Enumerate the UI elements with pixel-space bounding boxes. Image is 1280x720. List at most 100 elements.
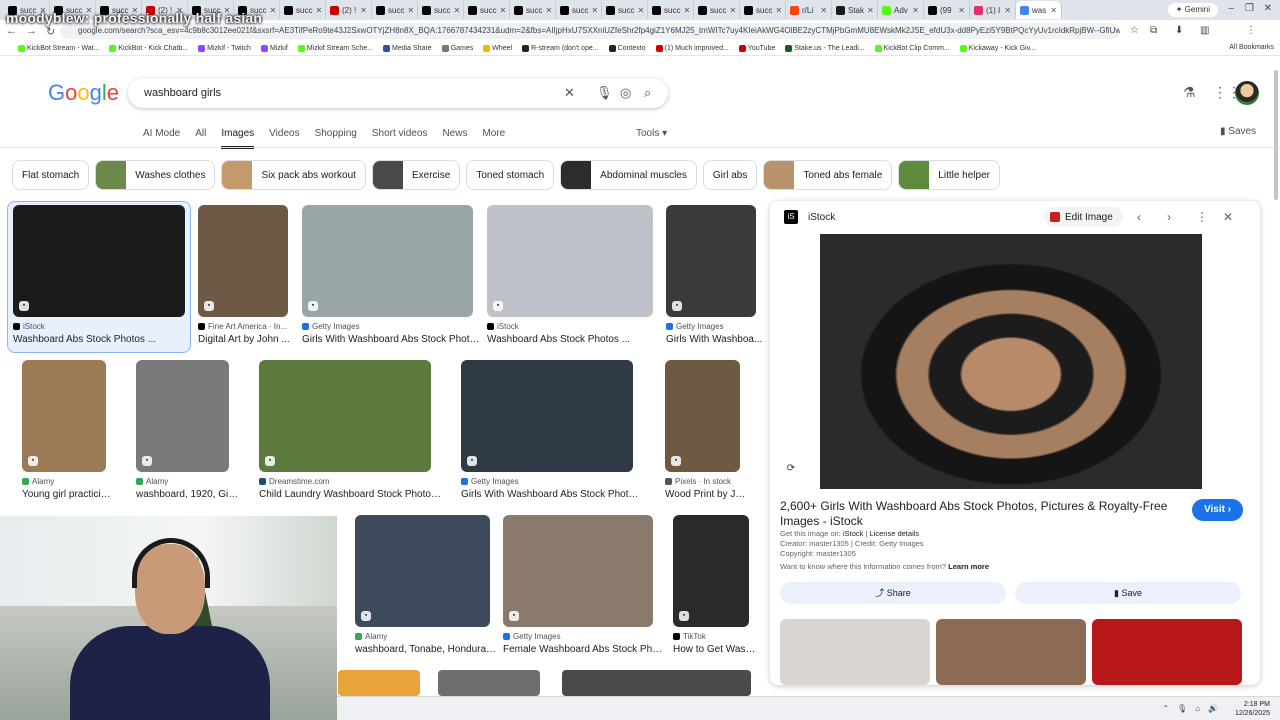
result-image[interactable]	[562, 670, 751, 696]
tab-shopping[interactable]: Shopping	[315, 128, 357, 149]
maximize-icon[interactable]: ❐	[1245, 3, 1254, 14]
visit-button[interactable]: Visit ›	[1192, 499, 1244, 521]
result-title[interactable]: Washboard Abs Stock Photos ...	[487, 334, 663, 345]
close-panel-icon[interactable]: ✕	[1223, 210, 1233, 224]
forward-icon[interactable]: →	[26, 25, 38, 37]
tab-close-icon[interactable]: ✕	[867, 6, 874, 15]
tab-all[interactable]: All	[195, 128, 206, 149]
result-source[interactable]: Dreamstime.com	[259, 477, 441, 486]
result-image[interactable]: ▪	[673, 515, 749, 627]
extensions-icon[interactable]: ⧉	[1150, 25, 1157, 36]
chevron-up-icon[interactable]: ⌃	[1162, 704, 1169, 713]
result-source[interactable]: Pixels · In stock	[665, 477, 750, 486]
result-title[interactable]: How to Get Wash B...	[673, 644, 759, 655]
result-source[interactable]: iStock	[487, 322, 663, 331]
share-button[interactable]: ⤴ Share	[780, 582, 1006, 604]
browser-tab[interactable]: succ ✕	[694, 1, 740, 19]
preview-title[interactable]: 2,600+ Girls With Washboard Abs Stock Ph…	[780, 499, 1180, 529]
search-icon[interactable]: ⌕	[644, 85, 651, 101]
result-card[interactable]: ▪ Alamy Young girl practicing w...	[22, 360, 116, 500]
browser-tab[interactable]: succ ✕	[556, 1, 602, 19]
page-scrollbar[interactable]	[1274, 70, 1278, 200]
related-image[interactable]	[1092, 619, 1242, 685]
browser-tab[interactable]: (2) ! ✕	[326, 1, 372, 19]
result-image[interactable]: ▪	[302, 205, 473, 317]
browser-tab[interactable]: succ ✕	[418, 1, 464, 19]
result-title[interactable]: Female Washboard Abs Stock Pho...	[503, 644, 663, 655]
back-icon[interactable]: ←	[6, 25, 18, 37]
result-card[interactable]: ▪ iStock Washboard Abs Stock Photos ...	[13, 205, 195, 345]
result-image[interactable]: ▪	[503, 515, 653, 627]
browser-tab[interactable]: succ ✕	[510, 1, 556, 19]
lens-icon[interactable]: ◎	[620, 85, 631, 101]
tab-close-icon[interactable]: ✕	[683, 6, 690, 15]
volume-icon[interactable]: 🔊	[1208, 704, 1218, 713]
browser-tab[interactable]: (99 ✕	[924, 1, 970, 19]
result-source[interactable]: Getty Images	[302, 322, 483, 331]
previous-icon[interactable]: ‹	[1137, 210, 1141, 224]
next-icon[interactable]: ›	[1167, 210, 1171, 224]
menu-icon[interactable]: ⋮	[1246, 25, 1256, 36]
result-title[interactable]: Wood Print by John H...	[665, 489, 750, 500]
get-image-source[interactable]: iStock	[843, 529, 863, 538]
result-card[interactable]: ▪ Getty Images Girls With Washboa...	[666, 205, 766, 345]
bookmark-item[interactable]: Kickaway - Kick Giv...	[959, 45, 1036, 52]
result-image[interactable]: ▪	[487, 205, 653, 317]
result-title[interactable]: washboard, Tonabe, Honduras ...	[355, 644, 500, 655]
result-title[interactable]: Digital Art by John ...	[198, 334, 298, 345]
result-image[interactable]: ▪	[259, 360, 431, 472]
refinement-chip[interactable]: Little helper	[898, 160, 1000, 190]
result-source[interactable]: Alamy	[22, 477, 116, 486]
browser-tab[interactable]: succ ✕	[464, 1, 510, 19]
browser-tab[interactable]: Stak ✕	[832, 1, 878, 19]
bookmark-item[interactable]: R-stream (don't ope...	[522, 45, 599, 52]
result-source[interactable]: Fine Art America · In...	[198, 322, 298, 331]
result-title[interactable]: Young girl practicing w...	[22, 489, 116, 500]
browser-tab[interactable]: r/Li ✕	[786, 1, 832, 19]
tab-ai-mode[interactable]: AI Mode	[143, 128, 180, 149]
edit-image-button[interactable]: Edit Image	[1044, 207, 1123, 227]
result-source[interactable]: iStock	[13, 322, 195, 331]
bookmark-item[interactable]: KickBot Stream - Wat...	[18, 45, 99, 52]
result-source[interactable]: Getty Images	[666, 322, 766, 331]
result-source[interactable]: Alamy	[355, 632, 500, 641]
search-box[interactable]: washboard girls ✕ 🎙 ◎ ⌕	[128, 78, 668, 108]
result-source[interactable]: Getty Images	[503, 632, 663, 641]
gemini-button[interactable]: ✦ Gemini	[1167, 3, 1218, 17]
result-title[interactable]: Girls With Washboard Abs Stock Photos ..…	[302, 334, 483, 345]
labs-icon[interactable]: ⚗	[1183, 84, 1196, 101]
tab-close-icon[interactable]: ✕	[407, 6, 414, 15]
tab-more[interactable]: More	[482, 128, 505, 149]
tab-close-icon[interactable]: ✕	[545, 6, 552, 15]
refinement-chip[interactable]: Flat stomach	[12, 160, 90, 190]
browser-tab[interactable]: succ ✕	[372, 1, 418, 19]
tab-close-icon[interactable]: ✕	[1050, 6, 1057, 15]
tab-images[interactable]: Images	[221, 128, 255, 149]
search-input[interactable]: washboard girls	[144, 87, 221, 99]
related-image[interactable]	[936, 619, 1086, 685]
refinement-chip[interactable]: Exercise	[371, 160, 461, 190]
all-bookmarks[interactable]: All Bookmarks	[1229, 44, 1274, 51]
minimize-icon[interactable]: –	[1228, 3, 1234, 14]
sidebar-icon[interactable]: ▥	[1200, 25, 1209, 36]
result-source[interactable]: Alamy	[136, 477, 239, 486]
tab-close-icon[interactable]: ✕	[729, 6, 736, 15]
close-window-icon[interactable]: ✕	[1264, 3, 1272, 14]
result-image[interactable]: ▪	[461, 360, 633, 472]
tab-close-icon[interactable]: ✕	[1004, 6, 1011, 15]
tab-short-videos[interactable]: Short videos	[372, 128, 428, 149]
reload-icon[interactable]: ↻	[46, 25, 58, 38]
tab-close-icon[interactable]: ✕	[591, 6, 598, 15]
result-card[interactable]: ▪ Fine Art America · In... Digital Art by …	[198, 205, 298, 345]
refinement-chip[interactable]: Toned abs female	[763, 160, 893, 190]
bookmark-item[interactable]: KickBot - Kick Chatb...	[109, 45, 188, 52]
tab-close-icon[interactable]: ✕	[360, 6, 367, 15]
bookmark-item[interactable]: Games	[441, 45, 473, 52]
result-card[interactable]: ▪ Getty Images Girls With Washboard Abs St…	[461, 360, 643, 500]
browser-tab[interactable]: succ ✕	[280, 1, 326, 19]
bookmark-item[interactable]: Wheel	[483, 45, 512, 52]
refinement-chip[interactable]: Six pack abs workout	[221, 160, 366, 190]
refinement-chip[interactable]: Abdominal muscles	[560, 160, 697, 190]
bookmark-item[interactable]: Mizkif Stream Sche...	[297, 45, 373, 52]
bookmark-item[interactable]: Contexto	[608, 45, 646, 52]
